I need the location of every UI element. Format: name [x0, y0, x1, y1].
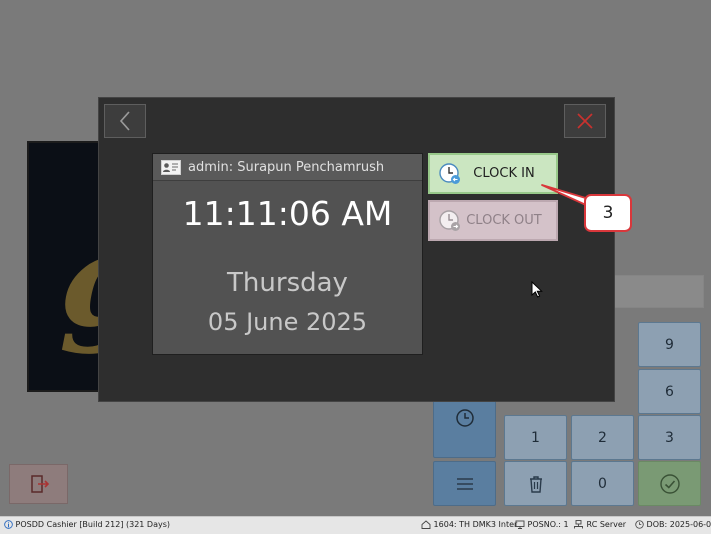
mouse-cursor-icon — [531, 281, 543, 298]
status-posno: POSNO.: 1 — [515, 520, 569, 529]
time-clock-button[interactable] — [433, 400, 496, 458]
keypad-9[interactable]: 9 — [638, 322, 701, 367]
status-server-text: RC Server — [586, 520, 627, 529]
keypad-1[interactable]: 1 — [504, 415, 567, 460]
monitor-icon — [515, 520, 525, 529]
status-branch-text: 1604: TH DMK3 Inter — [433, 520, 518, 529]
status-dob: DOB: 2025-06-05 — [635, 520, 711, 529]
menu-icon — [456, 477, 473, 490]
status-server: RC Server — [573, 520, 626, 529]
confirm-button[interactable] — [638, 461, 701, 506]
keypad-9-label: 9 — [665, 336, 674, 353]
keypad-0[interactable]: 0 — [571, 461, 634, 506]
status-branch: 1604: TH DMK3 Inter — [421, 520, 517, 529]
back-arrow-icon — [119, 111, 130, 131]
check-icon — [659, 473, 680, 494]
network-icon — [574, 520, 583, 529]
clock-out-label: CLOCK OUT — [466, 213, 542, 228]
exit-button[interactable] — [9, 464, 68, 504]
delete-button[interactable] — [504, 461, 567, 506]
time-clock-dialog: admin: Surapun Penchamrush 11:11:06 AM T… — [98, 97, 615, 402]
callout-number: 3 — [602, 203, 614, 223]
current-time: 11:11:06 AM — [182, 194, 393, 233]
trash-icon — [529, 475, 542, 493]
clock-in-button[interactable]: CLOCK IN — [428, 153, 558, 194]
keypad-3-label: 3 — [665, 429, 674, 446]
card-header: admin: Surapun Penchamrush — [153, 154, 422, 181]
status-app-info: POSDD Cashier [Build 212] (321 Days) — [4, 520, 170, 529]
status-dob-text: DOB: 2025-06-05 — [646, 520, 711, 529]
close-icon — [577, 113, 593, 129]
home-icon — [421, 520, 431, 529]
menu-button[interactable] — [433, 461, 496, 506]
status-app-text: POSDD Cashier [Build 212] (321 Days) — [15, 520, 171, 529]
info-icon — [4, 520, 13, 529]
clock-out-icon — [439, 209, 460, 231]
callout-badge: 3 — [584, 194, 632, 232]
status-bar: POSDD Cashier [Build 212] (321 Days) 160… — [0, 516, 711, 534]
brand-logo-panel: g — [27, 141, 107, 392]
exit-door-icon — [30, 475, 49, 493]
id-card-icon — [161, 159, 181, 175]
user-label: admin: Surapun Penchamrush — [188, 159, 385, 175]
keypad-6[interactable]: 6 — [638, 369, 701, 414]
clock-in-label: CLOCK IN — [473, 166, 535, 181]
employee-clock-card: admin: Surapun Penchamrush 11:11:06 AM T… — [152, 153, 423, 355]
clock-out-button[interactable]: CLOCK OUT — [428, 200, 558, 241]
current-day: Thursday — [227, 268, 348, 298]
current-date: 05 June 2025 — [207, 308, 368, 336]
clock-in-icon — [439, 162, 460, 184]
keypad-1-label: 1 — [531, 429, 540, 446]
keypad-2[interactable]: 2 — [571, 415, 634, 460]
keypad-0-label: 0 — [598, 475, 607, 492]
keypad-3[interactable]: 3 — [638, 415, 701, 460]
status-posno-text: POSNO.: 1 — [527, 520, 569, 529]
back-button[interactable] — [104, 104, 146, 138]
keypad-2-label: 2 — [598, 429, 607, 446]
clock-small-icon — [635, 520, 644, 529]
close-button[interactable] — [564, 104, 606, 138]
keypad-6-label: 6 — [665, 383, 674, 400]
clock-icon — [455, 409, 474, 427]
